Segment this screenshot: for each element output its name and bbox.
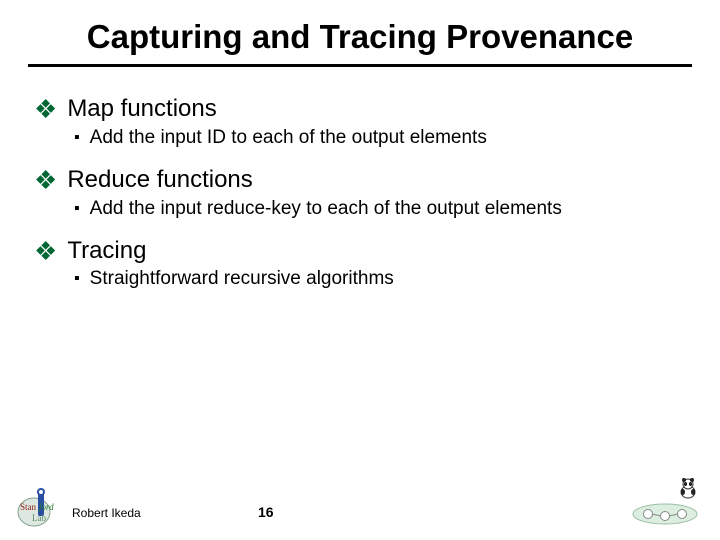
list-item-text: Straightforward recursive algorithms — [90, 267, 394, 291]
square-bullet-icon: ▪ — [74, 267, 80, 291]
section-heading: ❖ Map functions — [34, 95, 692, 124]
page-number: 16 — [258, 504, 274, 520]
stanford-infolab-logo: Stan ford Lab — [14, 484, 62, 528]
square-bullet-icon: ▪ — [74, 197, 80, 221]
list-item: ▪ Straightforward recursive algorithms — [74, 267, 692, 291]
section-heading-text: Reduce functions — [67, 166, 252, 195]
content-body: ❖ Map functions ▪ Add the input ID to ea… — [28, 95, 692, 291]
svg-text:Stan: Stan — [20, 502, 37, 512]
square-bullet-icon: ▪ — [74, 126, 80, 150]
author-name: Robert Ikeda — [72, 506, 141, 520]
section-heading-text: Tracing — [67, 237, 146, 266]
list-item-text: Add the input reduce-key to each of the … — [90, 197, 562, 221]
section-heading: ❖ Tracing — [34, 237, 692, 266]
list-item-text: Add the input ID to each of the output e… — [90, 126, 487, 150]
list-item: ▪ Add the input ID to each of the output… — [74, 126, 692, 150]
diamond-bullet-icon: ❖ — [34, 95, 57, 124]
slide-footer: Stan ford Lab Robert Ikeda 16 — [0, 474, 720, 528]
panda-diagram-logo — [626, 474, 704, 526]
list-item: ▪ Add the input reduce-key to each of th… — [74, 197, 692, 221]
section-heading-text: Map functions — [67, 95, 216, 124]
title-underline — [28, 64, 692, 67]
section-heading: ❖ Reduce functions — [34, 166, 692, 195]
svg-text:ford: ford — [39, 502, 54, 512]
svg-text:Lab: Lab — [32, 513, 46, 523]
diamond-bullet-icon: ❖ — [34, 237, 57, 266]
diamond-bullet-icon: ❖ — [34, 166, 57, 195]
slide: Capturing and Tracing Provenance ❖ Map f… — [0, 0, 720, 540]
slide-title: Capturing and Tracing Provenance — [28, 18, 692, 60]
